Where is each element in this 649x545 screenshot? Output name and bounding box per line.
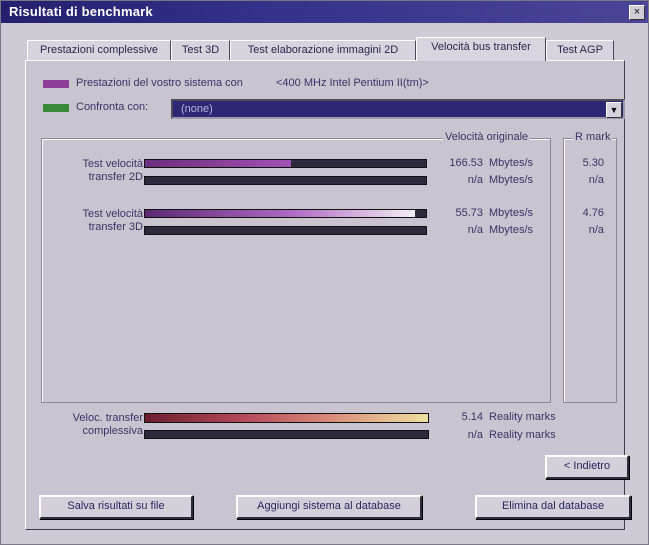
add-system-button[interactable]: Aggiungi sistema al database (236, 495, 422, 519)
test-2d-bar (144, 159, 427, 168)
test-2d-value: 166.53 (449, 157, 483, 169)
tab-prestazioni-complessive[interactable]: Prestazioni complessive (27, 40, 171, 60)
window-title: Risultati di benchmark (9, 4, 153, 19)
benchmark-window: Risultati di benchmark × Prestazioni com… (0, 0, 649, 545)
test-3d-compare-bar (144, 226, 427, 235)
test-3d-rmark: 4.76 (582, 207, 604, 219)
test-2d-compare-bar (144, 176, 427, 185)
system-label: Prestazioni del vostro sistema con (76, 77, 243, 89)
system-swatch (43, 80, 69, 88)
overall-fill (145, 414, 428, 422)
tab-test-3d[interactable]: Test 3D (171, 40, 230, 60)
back-button[interactable]: < Indietro (545, 455, 629, 479)
test-3d-unit: Mbytes/s (489, 207, 534, 219)
test-3d-label-1: Test velocità (82, 208, 143, 220)
test-3d-label-2: transfer 3D (88, 221, 143, 233)
chevron-down-icon[interactable]: ▼ (606, 102, 622, 118)
overall-label-1: Veloc. transfer (72, 412, 143, 424)
overall-compare-bar (144, 430, 429, 439)
column-original: Velocità originale (443, 131, 531, 143)
delete-from-database-button[interactable]: Elimina dal database (475, 495, 631, 519)
test-3d-fill (145, 210, 415, 217)
test-2d-compare-rmark: n/a (588, 174, 604, 186)
compare-select[interactable]: (none) ▼ (171, 99, 625, 119)
overall-compare-value: n/a (467, 429, 483, 441)
test-2d-compare-unit: Mbytes/s (489, 174, 534, 186)
overall-value: 5.14 (461, 411, 483, 423)
tab-velocita-bus-transfer[interactable]: Velocità bus transfer (416, 37, 546, 61)
test-2d-fill (145, 160, 292, 167)
test-3d-value: 55.73 (455, 207, 483, 219)
close-icon[interactable]: × (629, 5, 645, 20)
compare-swatch (43, 104, 69, 112)
test-2d-compare-value: n/a (467, 174, 483, 186)
overall-bar (144, 413, 429, 423)
save-results-button[interactable]: Salva risultati su file (39, 495, 193, 519)
test-2d-label-2: transfer 2D (88, 171, 143, 183)
overall-label-2: complessiva (82, 425, 143, 437)
column-rmark: R mark (573, 131, 613, 143)
test-3d-compare-unit: Mbytes/s (489, 224, 534, 236)
overall-unit: Reality marks (489, 411, 556, 423)
overall-compare-unit: Reality marks (489, 429, 556, 441)
compare-select-value: (none) (181, 103, 213, 115)
test-3d-bar (144, 209, 427, 218)
test-3d-compare-rmark: n/a (588, 224, 604, 236)
test-2d-unit: Mbytes/s (489, 157, 534, 169)
compare-label: Confronta con: (76, 101, 149, 113)
test-2d-rmark: 5.30 (582, 157, 604, 169)
system-value: <400 MHz Intel Pentium II(tm)> (276, 77, 429, 89)
test-3d-compare-value: n/a (467, 224, 483, 236)
tab-test-elaborazione-2d[interactable]: Test elaborazione immagini 2D (230, 40, 416, 60)
title-bar: Risultati di benchmark × (1, 1, 648, 23)
tab-test-agp[interactable]: Test AGP (546, 40, 614, 60)
test-2d-label-1: Test velocità (82, 158, 143, 170)
